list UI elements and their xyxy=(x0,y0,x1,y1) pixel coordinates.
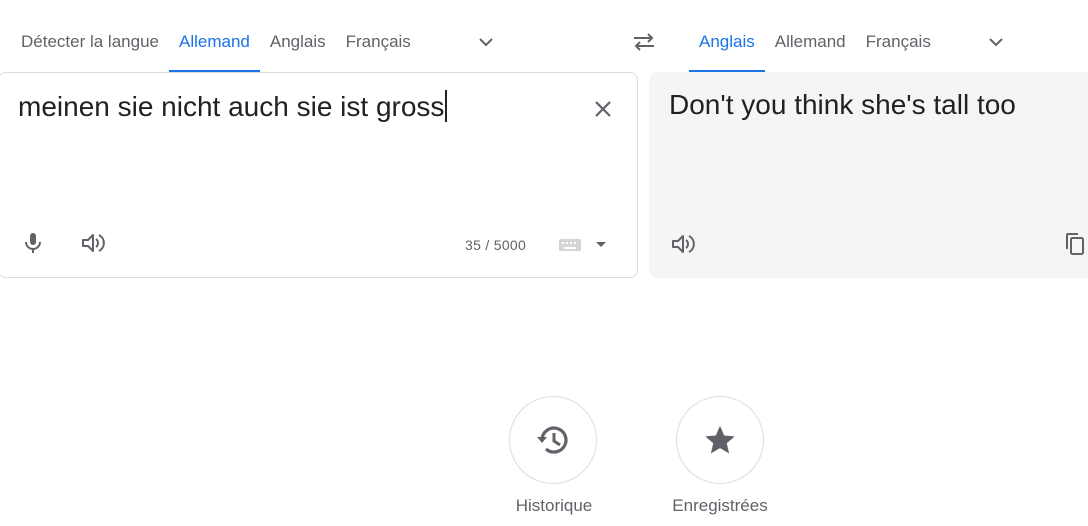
copy-translation-button[interactable] xyxy=(1057,226,1088,262)
tab-target-anglais[interactable]: Anglais xyxy=(689,22,765,72)
character-count: 35 / 5000 xyxy=(465,237,527,253)
speaker-icon xyxy=(82,234,105,252)
star-icon xyxy=(705,425,735,454)
microphone-button[interactable] xyxy=(15,225,51,261)
target-panel: Don't you think she's tall too xyxy=(649,72,1088,278)
source-more-languages-button[interactable] xyxy=(471,27,501,57)
microphone-icon xyxy=(25,233,41,253)
tab-detect-language[interactable]: Détecter la langue xyxy=(11,22,169,62)
tab-target-allemand[interactable]: Allemand xyxy=(765,22,856,62)
tab-source-francais[interactable]: Français xyxy=(336,22,421,62)
chevron-down-icon xyxy=(479,38,493,47)
source-language-bar: Détecter la langue Allemand Anglais Fran… xyxy=(11,22,421,72)
saved-button[interactable] xyxy=(676,396,764,484)
target-more-languages-button[interactable] xyxy=(981,27,1011,57)
close-icon xyxy=(595,101,611,117)
source-text-input[interactable]: meinen sie nicht auch sie ist gross xyxy=(18,90,447,123)
tab-target-francais[interactable]: Français xyxy=(856,22,941,62)
translation-output: Don't you think she's tall too xyxy=(669,89,1016,120)
source-panel: meinen sie nicht auch sie ist gross 35 /… xyxy=(0,72,638,278)
chevron-down-icon xyxy=(989,38,1003,47)
speaker-icon xyxy=(672,235,695,253)
tab-source-allemand[interactable]: Allemand xyxy=(168,22,260,72)
keyboard-icon xyxy=(559,239,581,251)
text-caret xyxy=(445,90,447,122)
swap-arrows-icon xyxy=(634,33,654,51)
caret-down-icon xyxy=(596,242,606,247)
history-label: Historique xyxy=(515,496,593,515)
source-text: meinen sie nicht auch sie ist gross xyxy=(18,91,445,122)
history-icon xyxy=(537,426,568,454)
tab-source-anglais[interactable]: Anglais xyxy=(260,22,336,62)
history-button[interactable] xyxy=(509,396,597,484)
listen-translation-button[interactable] xyxy=(665,226,701,262)
swap-languages-button[interactable] xyxy=(627,28,661,56)
clear-source-button[interactable] xyxy=(585,91,621,127)
input-tools-dropdown[interactable] xyxy=(590,234,612,256)
translate-page: Détecter la langue Allemand Anglais Fran… xyxy=(0,0,1088,526)
keyboard-button[interactable] xyxy=(555,230,585,260)
listen-source-button[interactable] xyxy=(75,225,111,261)
target-language-bar: Anglais Allemand Français xyxy=(689,22,941,72)
copy-icon xyxy=(1066,233,1084,255)
saved-label: Enregistrées xyxy=(672,496,768,515)
